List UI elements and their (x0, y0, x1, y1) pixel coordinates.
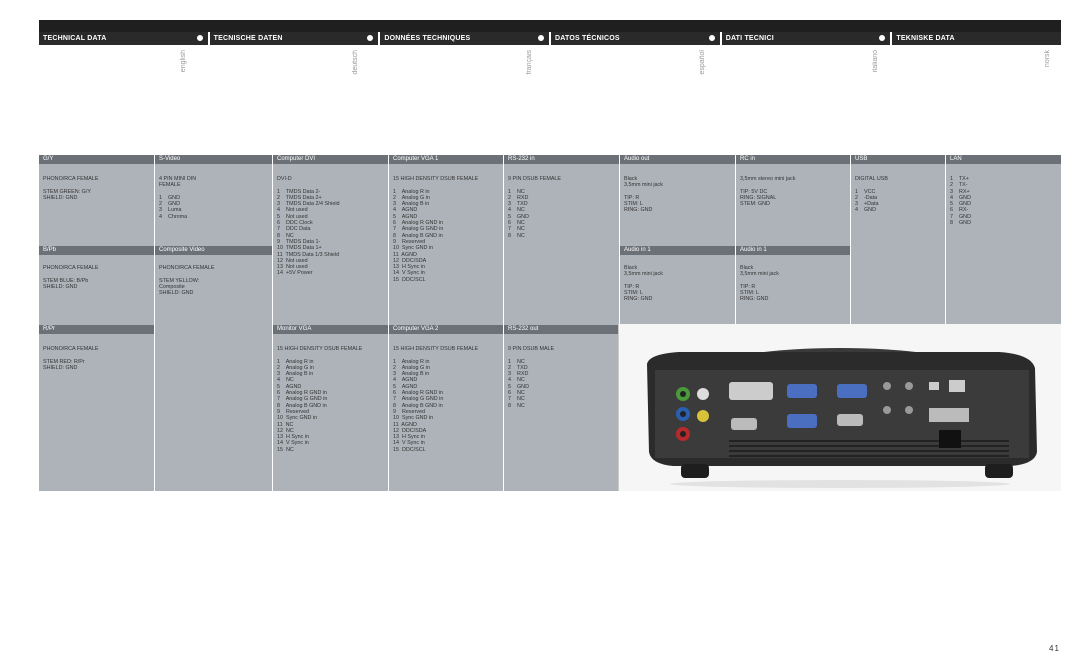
text-lan: 1 TX+ 2 TX- 3 RX+ 4 GND 5 GND 6 RX- 7 GN… (950, 176, 971, 227)
text-gy: PHONO/RCA FEMALE STEM GREEN: G/Y SHIELD:… (43, 176, 99, 201)
header-composite-video: Composite Video (155, 246, 272, 255)
text-composite-video: PHONO/RCA FEMALE STEM YELLOW: Composite … (159, 265, 215, 297)
lang-label-english: english (180, 50, 187, 73)
text-rs232-in: 9 PIN DSUB FEMALE 1 NC 2 RXD 3 TXD 4 NC … (508, 176, 562, 239)
header-rs232-out: RS-232 out (504, 325, 618, 334)
text-computer-vga1: 15 HIGH DENSITY DSUB FEMALE 1 Analog R i… (393, 176, 479, 283)
bullet-icon (708, 35, 715, 41)
lang-header-deutsch: TECNISCHE DATEN (207, 32, 379, 45)
lang-label-deutsch: deutsch (352, 50, 359, 75)
header-audio-in1-b: Audio in 1 (736, 246, 850, 255)
projector-illustration (619, 324, 1061, 491)
lang-header-francais: DONNÉES TECHNIQUES (378, 32, 549, 45)
bullet-icon (538, 35, 545, 41)
text-audio-in1-b: Black 3,5mm mini jack TIP: R STIM: L RIN… (740, 265, 779, 303)
header-gy: G/Y (39, 155, 154, 164)
header-rpr: R/Pr (39, 325, 154, 334)
header-computer-vga2: Computer VGA 2 (389, 325, 503, 334)
lang-header-espanol: DATOS TÉCNICOS (549, 32, 720, 45)
text-audio-out: Black 3,5mm mini jack TIP: R STIM: L RIN… (624, 176, 663, 214)
header-bpb: B/Pb (39, 246, 154, 255)
page-number: 41 (1049, 644, 1060, 653)
language-header-bar: TECHNICAL DATA TECNISCHE DATEN DONNÉES T… (39, 32, 1061, 45)
text-usb: DIGITAL USB 1 VCC 2 -Data 3 +Data 4 GND (855, 176, 888, 214)
projector-rear-photo (618, 324, 1061, 491)
bullet-icon (367, 35, 374, 41)
text-audio-in1-a: Black 3,5mm mini jack TIP: R STIM: L RIN… (624, 265, 663, 303)
bullet-icon (879, 35, 886, 41)
text-rc-in: 3,5mm stereo mini jack TIP: 5V DC RING: … (740, 176, 796, 208)
text-computer-vga2: 15 HIGH DENSITY DSUB FEMALE 1 Analog R i… (393, 346, 479, 453)
text-monitor-vga: 15 HIGH DENSITY DSUB FEMALE 1 Analog R i… (277, 346, 363, 453)
header-audio-in1-a: Audio in 1 (620, 246, 735, 255)
lang-label-norsk: norsk (1044, 50, 1051, 68)
text-bpb: PHONO/RCA FEMALE STEM BLUE: B/Pb SHIELD:… (43, 265, 99, 290)
lang-label-francais: français (526, 50, 533, 75)
header-audio-out: Audio out (620, 155, 735, 164)
header-computer-dvi: Computer DVI (273, 155, 388, 164)
header-usb: USB (851, 155, 945, 164)
header-lan: LAN (946, 155, 1061, 164)
lang-label-italiano: italiano (872, 50, 879, 73)
text-rpr: PHONO/RCA FEMALE STEM RED: R/Pr SHIELD: … (43, 346, 99, 371)
header-rs232-in: RS-232 in (504, 155, 619, 164)
bullet-icon (196, 35, 203, 41)
lang-header-english: TECHNICAL DATA (39, 32, 208, 45)
lang-header-norsk: TEKNISKE DATA (890, 32, 1061, 45)
header-monitor-vga: Monitor VGA (273, 325, 388, 334)
header-computer-vga1: Computer VGA 1 (389, 155, 503, 164)
text-rs232-out: 9 PIN DSUB MALE 1 NC 2 TXD 3 RXD 4 NC 5 … (508, 346, 555, 409)
header-rc-in: RC in (736, 155, 850, 164)
top-bar (39, 20, 1061, 32)
header-svideo: S-Video (155, 155, 272, 164)
text-computer-dvi: DVI-D 1 TMDS Data 2- 2 TMDS Data 2+ 3 TM… (277, 176, 340, 277)
text-svideo: 4 PIN MINI DIN FEMALE 1 GND 2 GND 3 Luma… (159, 176, 197, 220)
lang-header-italiano: DATI TECNICI (719, 32, 891, 45)
lang-label-espanol: español (699, 50, 706, 75)
